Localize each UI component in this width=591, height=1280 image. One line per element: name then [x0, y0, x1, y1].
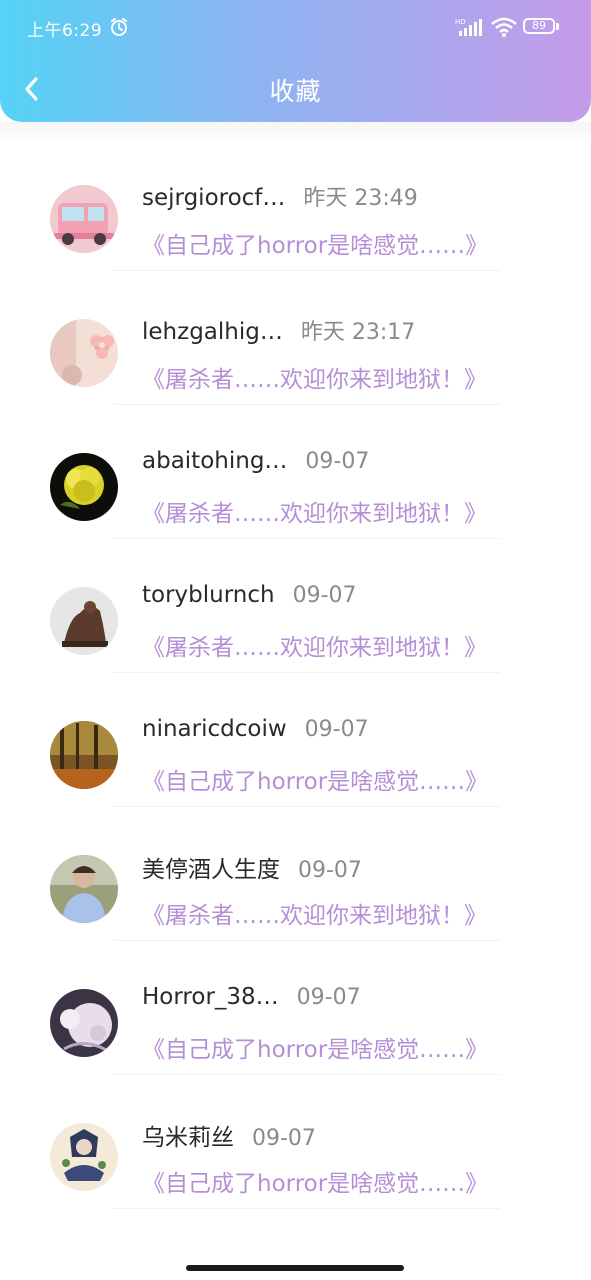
status-bar: 上午6:29 HD 89 [0, 0, 591, 56]
divider [114, 672, 500, 673]
avatar[interactable] [50, 989, 118, 1057]
avatar[interactable] [50, 587, 118, 655]
avatar[interactable] [50, 1123, 118, 1191]
list-item[interactable]: lehzgalhig… 昨天 23:17 《屠杀者……欢迎你来到地狱！》 [0, 272, 591, 406]
item-work-title[interactable]: 《屠杀者……欢迎你来到地狱！》 [142, 494, 487, 528]
home-indicator[interactable] [186, 1265, 404, 1271]
divider [114, 940, 500, 941]
item-username: abaitohing… 09-07 [142, 448, 370, 474]
divider [114, 806, 500, 807]
header: 上午6:29 HD 89 收藏 [0, 0, 591, 122]
avatar[interactable] [50, 855, 118, 923]
item-work-title[interactable]: 《屠杀者……欢迎你来到地狱！》 [142, 628, 487, 662]
list-item[interactable]: sejrgiorocf… 昨天 23:49 《自己成了horror是啥感觉……》 [0, 138, 591, 272]
item-date: 昨天 23:17 [300, 320, 416, 345]
item-username: toryblurnch 09-07 [142, 582, 357, 608]
avatar[interactable] [50, 185, 118, 253]
divider [114, 404, 500, 405]
item-work-title[interactable]: 《屠杀者……欢迎你来到地狱！》 [142, 896, 487, 930]
item-date: 09-07 [296, 985, 361, 1010]
divider [114, 1074, 500, 1075]
list-item[interactable]: ninaricdcoiw 09-07 《自己成了horror是啥感觉……》 [0, 674, 591, 808]
item-date: 09-07 [292, 583, 357, 608]
battery-icon: 89 [523, 18, 555, 34]
item-work-title[interactable]: 《自己成了horror是啥感觉……》 [142, 1164, 488, 1198]
item-username: lehzgalhig… 昨天 23:17 [142, 319, 416, 345]
svg-text:HD: HD [455, 18, 466, 26]
avatar[interactable] [50, 453, 118, 521]
battery-level: 89 [532, 19, 546, 32]
page-title: 收藏 [269, 77, 322, 106]
item-work-title[interactable]: 《自己成了horror是啥感觉……》 [142, 762, 488, 796]
list-item[interactable]: toryblurnch 09-07 《屠杀者……欢迎你来到地狱！》 [0, 540, 591, 674]
item-work-title[interactable]: 《自己成了horror是啥感觉……》 [142, 1030, 488, 1064]
alarm-icon [111, 18, 127, 36]
item-username: 美停酒人生度 09-07 [142, 857, 362, 883]
divider [114, 538, 500, 539]
item-date: 昨天 23:49 [303, 186, 418, 211]
item-work-title[interactable]: 《自己成了horror是啥感觉……》 [142, 226, 488, 260]
item-date: 09-07 [304, 717, 369, 742]
item-username: Horror_38… 09-07 [142, 984, 361, 1010]
avatar[interactable] [50, 721, 118, 789]
divider [114, 270, 500, 271]
list-item[interactable]: Horror_38… 09-07 《自己成了horror是啥感觉……》 [0, 942, 591, 1076]
item-username: 乌米莉丝 09-07 [142, 1125, 316, 1151]
status-time: 上午6:29 [27, 21, 103, 41]
item-date: 09-07 [252, 1126, 316, 1151]
item-username: sejrgiorocf… 昨天 23:49 [142, 185, 418, 211]
signal-icon: HD [455, 18, 482, 36]
battery-tip [556, 23, 559, 30]
item-username: ninaricdcoiw 09-07 [142, 716, 369, 742]
item-date: 09-07 [298, 858, 362, 883]
item-date: 09-07 [305, 449, 370, 474]
list-item[interactable]: abaitohing… 09-07 《屠杀者……欢迎你来到地狱！》 [0, 406, 591, 540]
divider [114, 1208, 500, 1209]
list-item[interactable]: 美停酒人生度 09-07 《屠杀者……欢迎你来到地狱！》 [0, 808, 591, 942]
list-item[interactable]: 乌米莉丝 09-07 《自己成了horror是啥感觉……》 [0, 1076, 591, 1210]
avatar[interactable] [50, 319, 118, 387]
wifi-icon [491, 17, 517, 37]
item-work-title[interactable]: 《屠杀者……欢迎你来到地狱！》 [142, 360, 487, 394]
